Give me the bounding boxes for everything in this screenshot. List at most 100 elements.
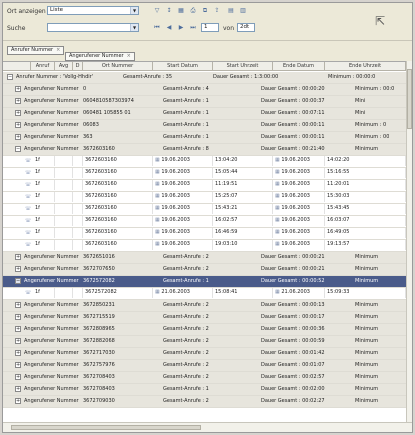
group-row[interactable]: + Angerufener Nummer 06083 Gesamt-Anrufe : … bbox=[3, 120, 406, 132]
cell-start-date: ▦ 19.06.2003 bbox=[153, 240, 213, 250]
group-row[interactable]: + Angerufener Nummer 060481 105855 01 Gesam… bbox=[3, 108, 406, 120]
column-header[interactable]: Avg bbox=[55, 62, 73, 71]
page-current-input[interactable]: 1 bbox=[201, 23, 219, 32]
group-count: Gesamt-Anrufe : 1 bbox=[163, 98, 209, 104]
scroll-thumb[interactable] bbox=[407, 69, 412, 129]
chevron-down-icon[interactable]: ▼ bbox=[130, 7, 138, 14]
group-row[interactable]: + Angerufener Nummer 3672708403 Gesamt-Anru… bbox=[3, 384, 406, 396]
last-page-icon[interactable]: ⏭ bbox=[189, 24, 197, 32]
vertical-scrollbar[interactable] bbox=[406, 61, 412, 422]
group-row[interactable]: + Angerufener Nummer 363 Gesamt-Anrufe : 1 D… bbox=[3, 132, 406, 144]
group-duration: Dauer Gesamt : 1:3:00:00 bbox=[213, 74, 279, 80]
copy-icon[interactable]: ⧉ bbox=[201, 7, 209, 15]
column-header[interactable]: Ende Datum bbox=[273, 62, 325, 71]
group-row[interactable]: + Angerufener Nummer 3672708403 Gesamt-Anru… bbox=[3, 372, 406, 384]
table-row[interactable]: ☏ 1f 3672603160 ▦ 19.06.2003 15:25:07 ▦ 19.06… bbox=[3, 192, 406, 204]
collapse-icon[interactable]: − bbox=[15, 278, 21, 284]
close-icon[interactable]: × bbox=[127, 53, 131, 59]
group-label: Angerufener Nummer bbox=[24, 302, 79, 308]
prev-page-icon[interactable]: ◀ bbox=[165, 24, 173, 32]
group-count: Gesamt-Anrufe : 1 bbox=[163, 386, 209, 392]
columns-icon[interactable]: ▥ bbox=[239, 7, 247, 15]
expand-icon[interactable]: + bbox=[15, 266, 21, 272]
expand-icon[interactable]: + bbox=[15, 326, 21, 332]
end-date-text: 19.06.2003 bbox=[281, 157, 310, 163]
group-row[interactable]: + Angerufener Nummer 0 Gesamt-Anrufe : 4 Dau… bbox=[3, 84, 406, 96]
table-row[interactable]: ☏ 1f 3672572082 ▦ 21.06.2003 15:08:41 ▦ 21.06… bbox=[3, 288, 406, 300]
cell-avg bbox=[55, 156, 73, 166]
collapse-icon[interactable]: − bbox=[7, 74, 13, 80]
start-date-text: 19.06.2003 bbox=[161, 181, 190, 187]
column-header[interactable]: Ort Nummer bbox=[83, 62, 153, 71]
cell-start-date: ▦ 19.06.2003 bbox=[153, 216, 213, 226]
group-row[interactable]: + Angerufener Nummer 3672850231 Gesamt-Anru… bbox=[3, 300, 406, 312]
search-select[interactable]: ▼ bbox=[47, 23, 139, 32]
table-row[interactable]: ☏ 1f 3672603160 ▦ 19.06.2003 16:02:57 ▦ 19.06… bbox=[3, 216, 406, 228]
column-header[interactable]: Anruf bbox=[31, 62, 55, 71]
group-row[interactable]: + Angerufener Nummer 3672757976 Gesamt-Anru… bbox=[3, 360, 406, 372]
sort-ascending-icon[interactable]: ↕ bbox=[165, 7, 173, 15]
group-row[interactable]: + Angerufener Nummer 3672717030 Gesamt-Anru… bbox=[3, 348, 406, 360]
column-header[interactable]: Start Datum bbox=[153, 62, 213, 71]
table-icon[interactable]: ▦ bbox=[177, 7, 185, 15]
expand-icon[interactable]: + bbox=[15, 86, 21, 92]
phone-icon: ☏ bbox=[25, 242, 32, 248]
group-row[interactable]: + Angerufener Nummer 3672709030 Gesamt-Anru… bbox=[3, 396, 406, 408]
cell-start-time: 15:43:21 bbox=[213, 204, 273, 214]
table-row[interactable]: ☏ 1f 3672603160 ▦ 19.06.2003 13:04:20 ▦ 19.06… bbox=[3, 156, 406, 168]
expand-icon[interactable]: + bbox=[15, 398, 21, 404]
table-row[interactable]: ☏ 1f 3672603160 ▦ 19.06.2003 15:05:44 ▦ 19.06… bbox=[3, 168, 406, 180]
table-row[interactable]: ☏ 1f 3672603160 ▦ 19.06.2003 11:19:51 ▦ 19.06… bbox=[3, 180, 406, 192]
close-icon[interactable]: × bbox=[56, 47, 60, 53]
expand-icon[interactable]: + bbox=[15, 254, 21, 260]
collapse-icon[interactable]: − bbox=[15, 146, 21, 152]
group-extra: Minimum bbox=[355, 338, 379, 344]
group-chip-anrufer[interactable]: Anrufer Nummer × bbox=[7, 46, 65, 55]
expand-icon[interactable]: + bbox=[15, 314, 21, 320]
table-row[interactable]: ☏ 1f 3672603160 ▦ 19.06.2003 19:03:10 ▦ 19.06… bbox=[3, 240, 406, 252]
print-icon[interactable]: ⎙ bbox=[189, 7, 197, 15]
group-row[interactable]: − Angerufener Nummer 3672572082 Gesamt-Anru… bbox=[3, 276, 406, 288]
group-row[interactable]: + Angerufener Nummer 3672808965 Gesamt-Anru… bbox=[3, 324, 406, 336]
group-row[interactable]: + Angerufener Nummer 3672882068 Gesamt-Anru… bbox=[3, 336, 406, 348]
expand-icon[interactable]: + bbox=[15, 110, 21, 116]
first-page-icon[interactable]: ⏮ bbox=[153, 24, 161, 32]
cell-end-date: ▦ 19.06.2003 bbox=[273, 192, 325, 202]
expand-icon[interactable]: + bbox=[15, 338, 21, 344]
group-extra: Mini bbox=[355, 110, 366, 116]
chevron-down-icon[interactable]: ▼ bbox=[130, 24, 138, 31]
group-duration: Dauer Gesamt : 00:21:40 bbox=[261, 146, 325, 152]
expand-icon[interactable]: + bbox=[15, 302, 21, 308]
filter-icon[interactable]: ▽ bbox=[153, 7, 161, 15]
group-number: 3672709030 bbox=[83, 398, 115, 404]
expand-icon[interactable]: + bbox=[15, 134, 21, 140]
export-icon[interactable]: ⇪ bbox=[213, 7, 221, 15]
column-header[interactable]: Start Uhrzeit bbox=[213, 62, 273, 71]
table-row[interactable]: ☏ 1f 3672603160 ▦ 19.06.2003 16:46:59 ▦ 19.06… bbox=[3, 228, 406, 240]
expand-icon[interactable]: + bbox=[15, 122, 21, 128]
expand-icon[interactable]: + bbox=[15, 350, 21, 356]
expand-icon[interactable]: + bbox=[15, 98, 21, 104]
start-date-text: 19.06.2003 bbox=[161, 229, 190, 235]
show-select[interactable]: Liste ▼ bbox=[47, 6, 139, 15]
expand-icon[interactable]: + bbox=[15, 362, 21, 368]
group-row[interactable]: − Angerufener Nummer 3672603160 Gesamt-Anru… bbox=[3, 144, 406, 156]
expand-icon[interactable]: + bbox=[15, 386, 21, 392]
group-label: Anrufer Nummer : 'Vollg-Hhdir' bbox=[16, 74, 94, 80]
horizontal-scrollbar[interactable] bbox=[3, 422, 412, 432]
grid-icon[interactable]: ▤ bbox=[227, 7, 235, 15]
group-row[interactable]: + Angerufener Nummer 3672707650 Gesamt-Anru… bbox=[3, 264, 406, 276]
group-chip-angerufener[interactable]: Angerufener Nummer × bbox=[65, 52, 135, 61]
scroll-thumb[interactable] bbox=[11, 425, 201, 430]
next-page-icon[interactable]: ▶ bbox=[177, 24, 185, 32]
group-row[interactable]: − Anrufer Nummer : 'Vollg-Hhdir' Gesamt-An… bbox=[3, 72, 406, 84]
group-count: Gesamt-Anrufe : 1 bbox=[163, 122, 209, 128]
end-date-text: 19.06.2003 bbox=[281, 229, 310, 235]
group-row[interactable]: + Angerufener Nummer 0604810587303974 Gesam… bbox=[3, 96, 406, 108]
group-row[interactable]: + Angerufener Nummer 3672651016 Gesamt-Anru… bbox=[3, 252, 406, 264]
column-header[interactable]: Ende Uhrzeit bbox=[325, 62, 406, 71]
expand-icon[interactable]: + bbox=[15, 374, 21, 380]
column-header[interactable]: D bbox=[73, 62, 83, 71]
table-row[interactable]: ☏ 1f 3672603160 ▦ 19.06.2003 15:43:21 ▦ 19.06… bbox=[3, 204, 406, 216]
group-row[interactable]: + Angerufener Nummer 3672715519 Gesamt-Anru… bbox=[3, 312, 406, 324]
